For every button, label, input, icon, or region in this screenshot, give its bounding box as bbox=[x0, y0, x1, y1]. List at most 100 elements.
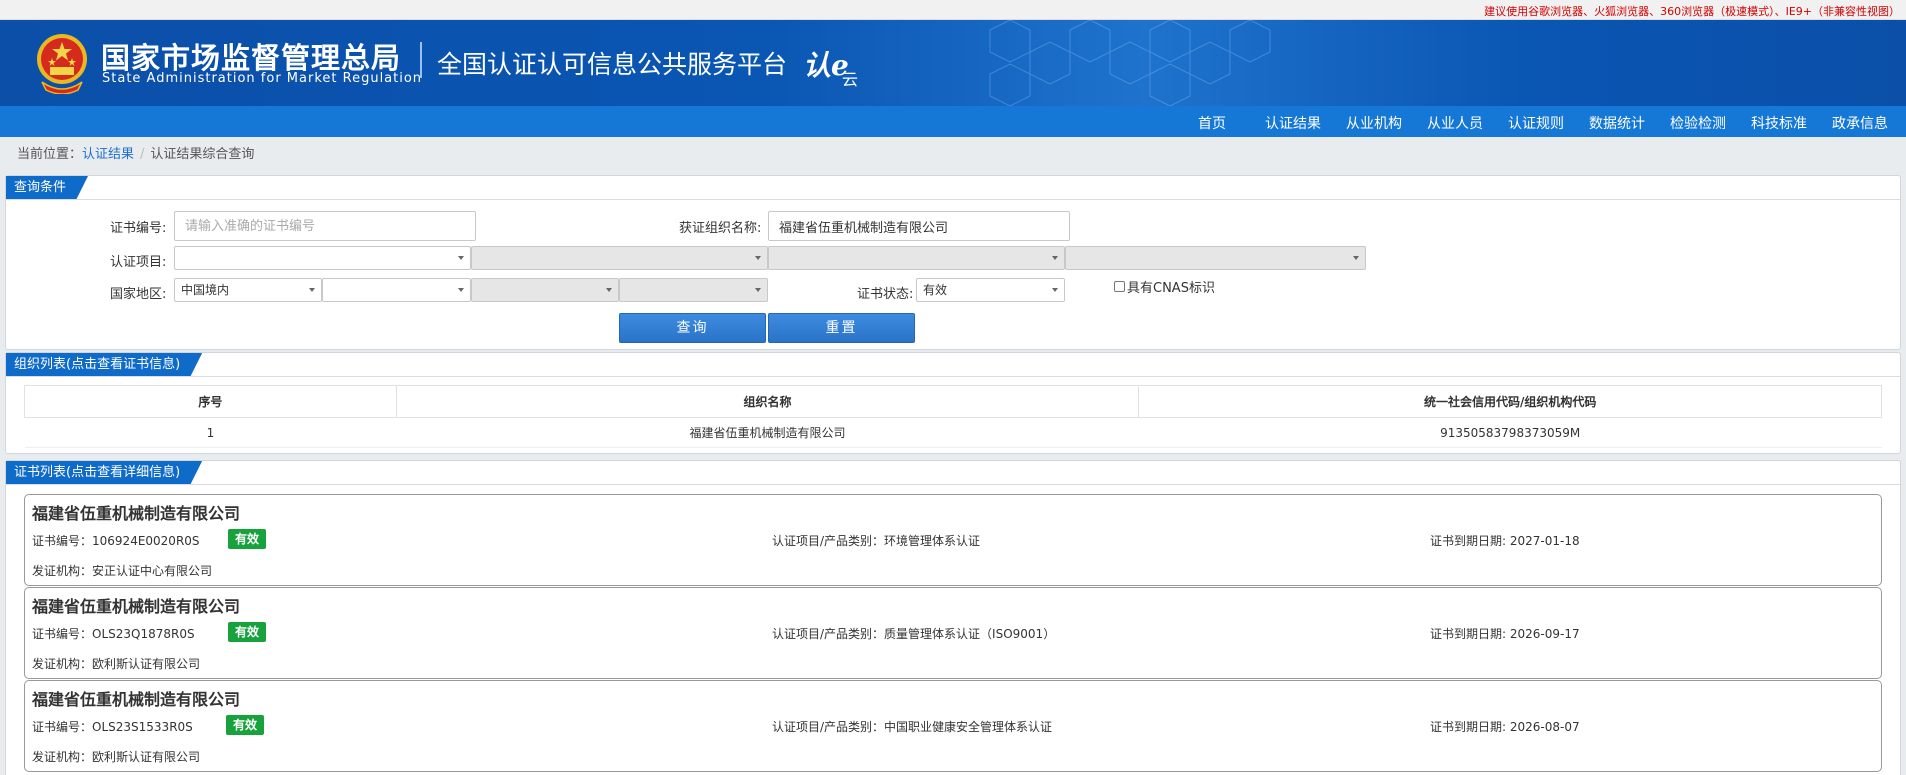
project-prefix: 认证项目/产品类别： bbox=[772, 627, 885, 641]
region-select-district[interactable] bbox=[619, 278, 768, 302]
status-selected-value: 有效 bbox=[923, 283, 948, 297]
breadcrumb-prefix: 当前位置： bbox=[17, 147, 83, 162]
cert-no: 证书编号：OLS23S1533R0S bbox=[32, 718, 193, 735]
chevron-down-icon bbox=[1052, 256, 1058, 260]
cert-card[interactable]: 福建省伍重机械制造有限公司 证书编号：OLS23S1533R0S 有效 认证项目… bbox=[24, 680, 1882, 772]
expiry-value: 2026-08-07 bbox=[1509, 720, 1580, 734]
region-select-city[interactable] bbox=[471, 278, 619, 302]
bureau-name-en: State Administration for Market Regulati… bbox=[102, 71, 423, 86]
cert-project: 认证项目/产品类别：环境管理体系认证 bbox=[772, 532, 980, 549]
site-banner: 国家市场监督管理总局 State Administration for Mark… bbox=[0, 20, 1906, 106]
project-value: 环境管理体系认证 bbox=[884, 534, 981, 548]
expiry-prefix: 证书到期日期: bbox=[1430, 627, 1510, 641]
cert-list-panel: 证书列表(点击查看详细信息) 福建省伍重机械制造有限公司 证书编号：106924… bbox=[5, 460, 1901, 775]
issuer-prefix: 发证机构： bbox=[32, 564, 93, 578]
project-select-3[interactable] bbox=[768, 246, 1065, 270]
nav-item-agencies[interactable]: 从业机构 bbox=[1346, 113, 1402, 133]
project-select-2[interactable] bbox=[471, 246, 768, 270]
cert-expiry: 证书到期日期: 2026-08-07 bbox=[1430, 718, 1580, 735]
issuer-value: 安正认证中心有限公司 bbox=[92, 564, 213, 578]
search-button[interactable]: 查询 bbox=[619, 313, 766, 343]
org-list-panel: 组织列表(点击查看证书信息) 序号 组织名称 统一社会信用代码/组织机构代码 1… bbox=[5, 352, 1901, 454]
query-panel: 查询条件 证书编号: 获证组织名称: 认证项目: 国家地区: 中国境内 证书状态… bbox=[5, 175, 1901, 350]
cert-issuer: 发证机构：欧利斯认证有限公司 bbox=[32, 655, 200, 672]
project-value: 中国职业健康安全管理体系认证 bbox=[884, 720, 1053, 734]
nav-item-inspection[interactable]: 检验检测 bbox=[1670, 113, 1726, 133]
issuer-value: 欧利斯认证有限公司 bbox=[92, 657, 201, 671]
cnas-checkbox[interactable]: 具有CNAS标识 bbox=[1114, 277, 1215, 296]
cert-card[interactable]: 福建省伍重机械制造有限公司 证书编号：106924E0020R0S 有效 认证项… bbox=[24, 494, 1882, 586]
cnas-label: 具有CNAS标识 bbox=[1127, 281, 1215, 296]
nav-item-government-info[interactable]: 政承信息 bbox=[1832, 113, 1888, 133]
row-index: 1 bbox=[24, 417, 397, 448]
cert-project: 认证项目/产品类别：中国职业健康安全管理体系认证 bbox=[772, 718, 1052, 735]
org-name-input[interactable] bbox=[768, 211, 1070, 241]
cert-expiry: 证书到期日期: 2026-09-17 bbox=[1430, 625, 1580, 642]
cert-no-label: 证书编号: bbox=[110, 221, 167, 236]
nav-item-cert-results[interactable]: 认证结果 bbox=[1265, 113, 1321, 133]
cert-card[interactable]: 福建省伍重机械制造有限公司 证书编号：OLS23Q1878R0S 有效 认证项目… bbox=[24, 587, 1882, 679]
col-header-credit-code: 统一社会信用代码/组织机构代码 bbox=[1138, 385, 1882, 418]
project-select-1[interactable] bbox=[174, 246, 471, 270]
reset-button[interactable]: 重置 bbox=[768, 313, 915, 343]
query-panel-title: 查询条件 bbox=[6, 176, 88, 200]
status-label: 证书状态: bbox=[857, 287, 914, 302]
chevron-down-icon bbox=[458, 288, 464, 292]
org-table: 序号 组织名称 统一社会信用代码/组织机构代码 1 福建省伍重机械制造有限公司 … bbox=[24, 385, 1882, 448]
issuer-prefix: 发证机构： bbox=[32, 750, 93, 764]
cert-no: 证书编号：OLS23Q1878R0S bbox=[32, 625, 195, 642]
panel-divider bbox=[6, 199, 1900, 200]
browser-notice-bar: 建议使用谷歌浏览器、火狐浏览器、360浏览器（极速模式）、IE9+（非兼容性视图… bbox=[0, 0, 1906, 20]
nav-item-home[interactable]: 首页 bbox=[1198, 113, 1226, 133]
cert-no-prefix: 证书编号： bbox=[32, 627, 93, 641]
main-nav: 首页 认证结果 从业机构 从业人员 认证规则 数据统计 检验检测 科技标准 政承… bbox=[0, 106, 1906, 137]
row-org-name[interactable]: 福建省伍重机械制造有限公司 bbox=[396, 417, 1139, 448]
hex-pattern-decoration bbox=[989, 20, 1271, 106]
chevron-down-icon bbox=[458, 256, 464, 260]
col-header-org-name: 组织名称 bbox=[395, 385, 1140, 418]
region-selected-value: 中国境内 bbox=[181, 283, 230, 297]
breadcrumb-separator: / bbox=[140, 147, 145, 162]
expiry-prefix: 证书到期日期: bbox=[1430, 720, 1510, 734]
project-select-4[interactable] bbox=[1065, 246, 1366, 270]
cert-org-name: 福建省伍重机械制造有限公司 bbox=[32, 597, 241, 616]
issuer-prefix: 发证机构： bbox=[32, 657, 93, 671]
expiry-value: 2027-01-18 bbox=[1509, 534, 1580, 548]
cert-no-prefix: 证书编号： bbox=[32, 720, 93, 734]
nav-item-statistics[interactable]: 数据统计 bbox=[1589, 113, 1645, 133]
status-select[interactable]: 有效 bbox=[916, 278, 1065, 302]
project-value: 质量管理体系认证（ISO9001） bbox=[884, 627, 1056, 641]
checkbox-box[interactable] bbox=[1114, 281, 1125, 292]
nav-item-standards[interactable]: 科技标准 bbox=[1751, 113, 1807, 133]
project-prefix: 认证项目/产品类别： bbox=[772, 534, 885, 548]
header-divider bbox=[420, 42, 422, 78]
cert-issuer: 发证机构：安正认证中心有限公司 bbox=[32, 562, 212, 579]
status-badge: 有效 bbox=[228, 622, 267, 642]
cert-issuer: 发证机构：欧利斯认证有限公司 bbox=[32, 748, 200, 765]
cert-org-name: 福建省伍重机械制造有限公司 bbox=[32, 504, 241, 523]
nav-item-personnel[interactable]: 从业人员 bbox=[1427, 113, 1483, 133]
breadcrumb-link-cert-results[interactable]: 认证结果 bbox=[82, 147, 134, 162]
chevron-down-icon bbox=[309, 288, 315, 292]
status-badge: 有效 bbox=[228, 529, 267, 549]
col-header-index: 序号 bbox=[24, 385, 397, 418]
region-label: 国家地区: bbox=[110, 287, 167, 302]
cert-no: 证书编号：106924E0020R0S bbox=[32, 532, 200, 549]
cert-no-input[interactable] bbox=[174, 211, 476, 241]
renzheng-logo-sub: 云 bbox=[842, 70, 859, 89]
cert-list-title: 证书列表(点击查看详细信息) bbox=[6, 461, 202, 485]
breadcrumb-current: 认证结果综合查询 bbox=[150, 147, 255, 162]
org-name-label: 获证组织名称: bbox=[679, 221, 762, 236]
chevron-down-icon bbox=[1052, 288, 1058, 292]
cert-no-value: OLS23S1533R0S bbox=[92, 720, 193, 734]
status-badge: 有效 bbox=[226, 715, 265, 735]
cert-org-name: 福建省伍重机械制造有限公司 bbox=[32, 690, 241, 709]
cert-no-prefix: 证书编号： bbox=[32, 534, 93, 548]
region-select-country[interactable]: 中国境内 bbox=[174, 278, 322, 302]
platform-title: 全国认证认可信息公共服务平台 bbox=[437, 50, 788, 79]
region-select-province[interactable] bbox=[322, 278, 471, 302]
nav-item-rules[interactable]: 认证规则 bbox=[1508, 113, 1564, 133]
cert-no-value: OLS23Q1878R0S bbox=[92, 627, 195, 641]
table-row[interactable]: 1 福建省伍重机械制造有限公司 91350583798373059M bbox=[24, 417, 1882, 448]
project-label: 认证项目: bbox=[110, 255, 167, 270]
